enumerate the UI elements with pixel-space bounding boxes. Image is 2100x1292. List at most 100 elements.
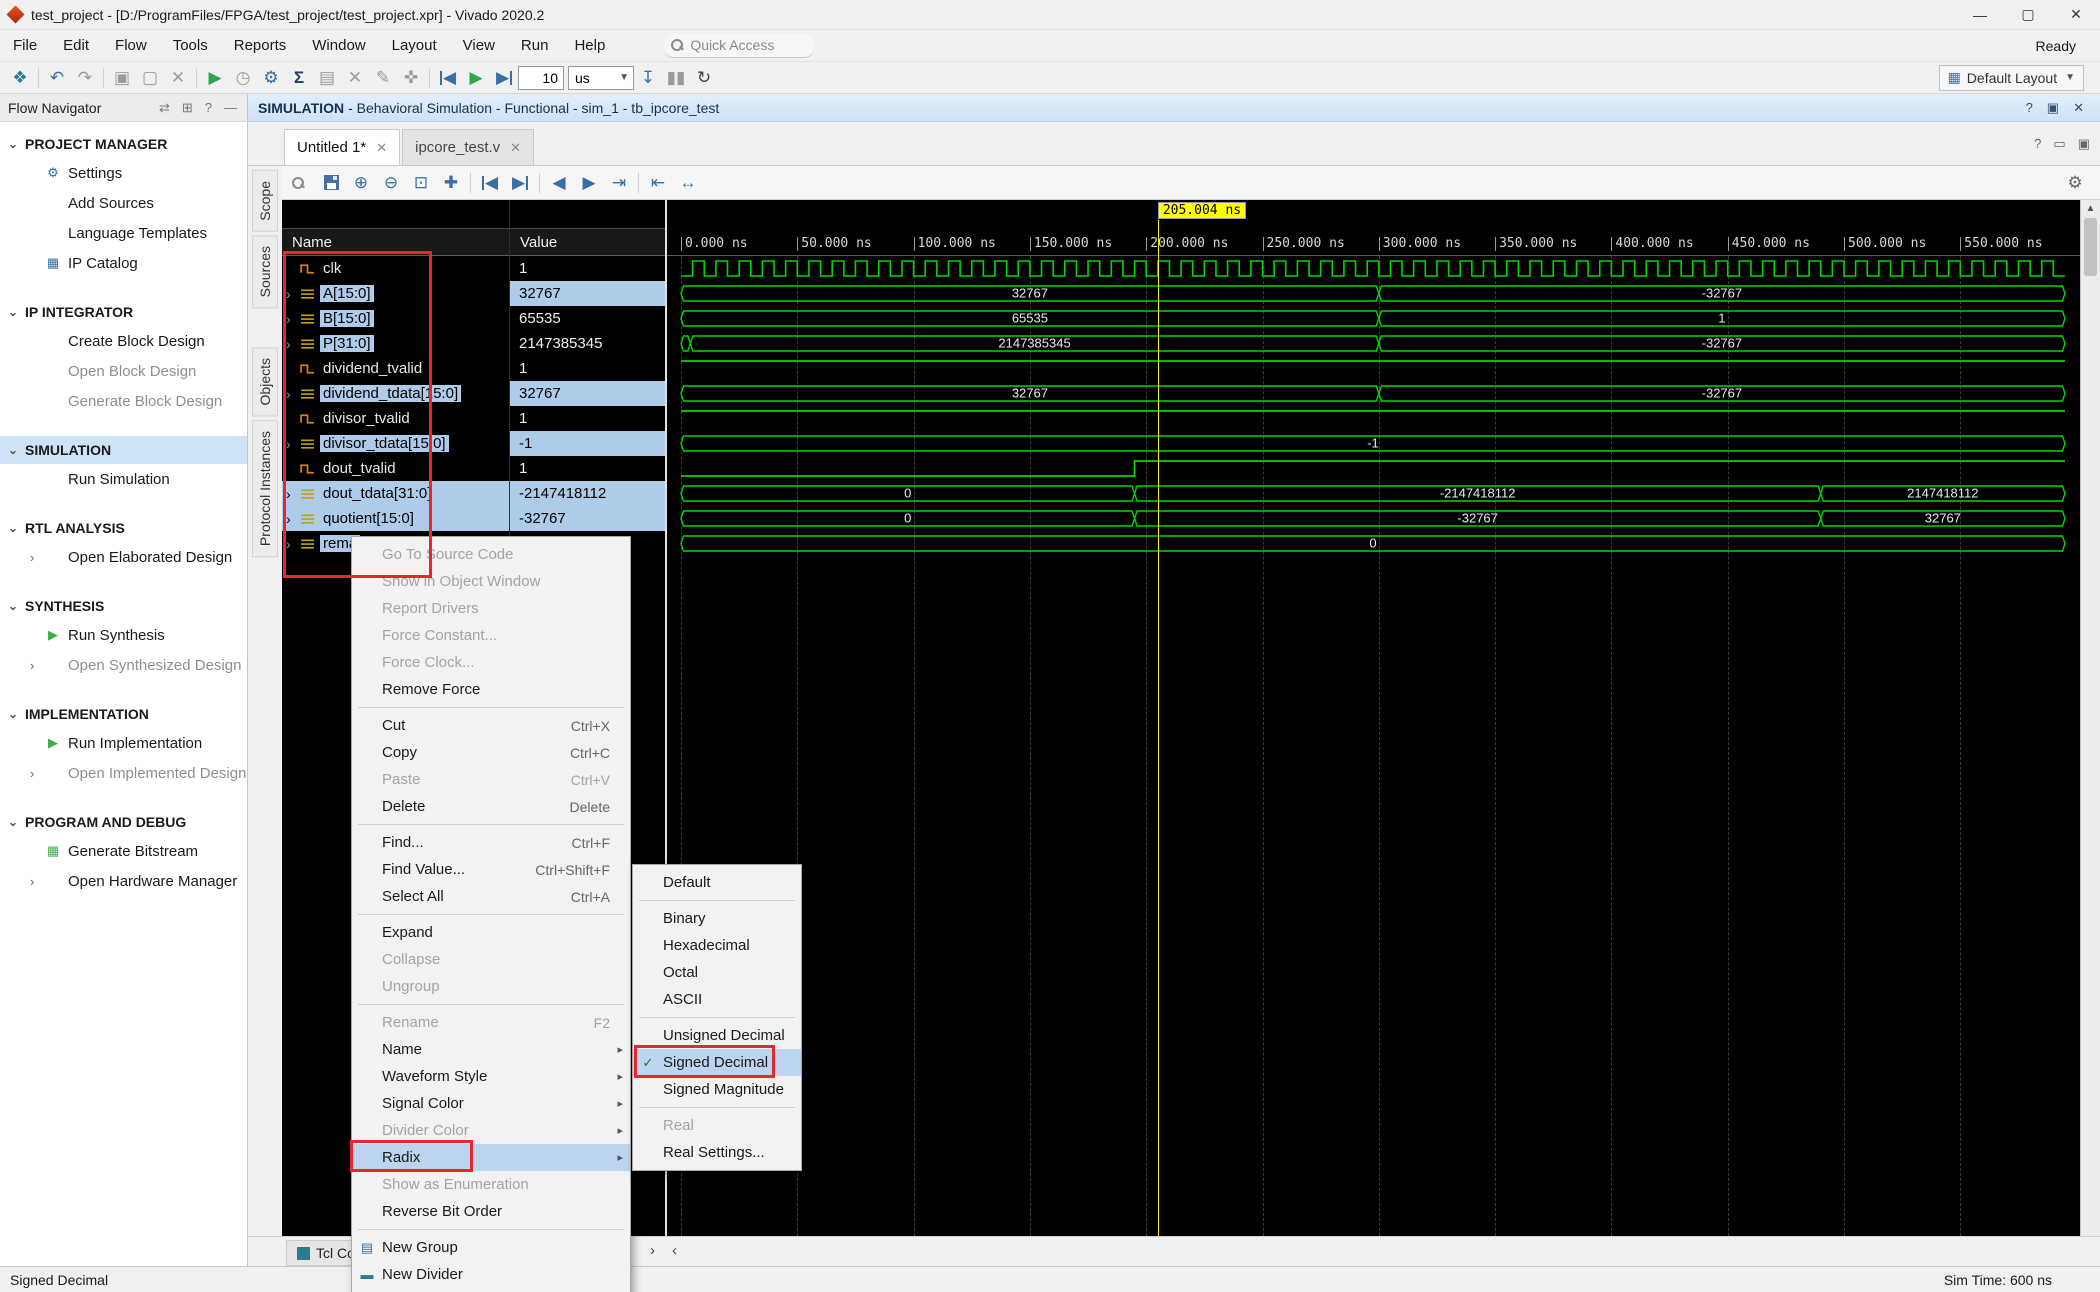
- flownav-section-synthesis[interactable]: ⌄SYNTHESIS: [0, 592, 247, 620]
- menu-layout[interactable]: Layout: [379, 30, 450, 61]
- waveform-canvas[interactable]: 0.000 ns50.000 ns100.000 ns150.000 ns200…: [665, 200, 2080, 1236]
- menu-item-real-settings[interactable]: Real Settings...: [633, 1139, 801, 1166]
- help-icon[interactable]: ?: [205, 100, 212, 115]
- waveform-trace-dout-tvalid[interactable]: [667, 456, 2080, 481]
- flownav-item-open-block-design[interactable]: Open Block Design: [0, 356, 247, 386]
- menu-flow[interactable]: Flow: [102, 30, 160, 61]
- minimize-panel-icon[interactable]: —: [224, 100, 237, 115]
- flownav-item-generate-block-design[interactable]: Generate Block Design: [0, 386, 247, 416]
- search-icon[interactable]: [286, 169, 316, 197]
- quick-access-box[interactable]: Quick Access: [664, 34, 814, 58]
- add-marker-icon[interactable]: ⇥: [604, 169, 634, 197]
- waveform-trace-dividend-tdata-15-0[interactable]: 32767-32767: [667, 381, 2080, 406]
- menu-window[interactable]: Window: [299, 30, 378, 61]
- save-wave-config-icon[interactable]: [316, 169, 346, 197]
- signal-name-clk[interactable]: clk: [282, 256, 509, 281]
- flownav-item-ip-catalog[interactable]: ▦IP Catalog: [0, 248, 247, 278]
- flownav-item-settings[interactable]: ⚙Settings: [0, 158, 247, 188]
- flownav-item-language-templates[interactable]: Language Templates: [0, 218, 247, 248]
- menu-file[interactable]: File: [0, 30, 50, 61]
- previous-transition-icon[interactable]: ◀: [544, 169, 574, 197]
- signal-name-a-15-0[interactable]: ›A[15:0]: [282, 281, 509, 306]
- menu-item-copy[interactable]: CopyCtrl+C: [352, 739, 630, 766]
- probe-icon[interactable]: ✜: [397, 65, 425, 91]
- expand-chevron-icon[interactable]: ›: [286, 386, 300, 402]
- expand-chevron-icon[interactable]: ›: [286, 511, 300, 527]
- flownav-section-program-and-debug[interactable]: ⌄PROGRAM AND DEBUG: [0, 808, 247, 836]
- waveform-trace-dout-tdata-31-0[interactable]: 0-21474181122147418112: [667, 481, 2080, 506]
- expand-chevron-icon[interactable]: ›: [286, 486, 300, 502]
- flownav-item-open-elaborated-design[interactable]: ›Open Elaborated Design: [0, 542, 247, 572]
- signal-name-dout-tvalid[interactable]: dout_tvalid: [282, 456, 509, 481]
- next-transition-icon[interactable]: ▶: [574, 169, 604, 197]
- help-icon[interactable]: ?: [2026, 100, 2033, 116]
- signal-name-b-15-0[interactable]: ›B[15:0]: [282, 306, 509, 331]
- menu-item-binary[interactable]: Binary: [633, 905, 801, 932]
- toggle-icon[interactable]: ⇄: [159, 100, 170, 116]
- run-flow-icon[interactable]: ▶: [201, 65, 229, 91]
- log-icon[interactable]: ↧: [634, 65, 662, 91]
- float-window-icon[interactable]: ▭: [2053, 136, 2065, 152]
- expand-chevron-icon[interactable]: ›: [286, 336, 300, 352]
- menu-item-signed-magnitude[interactable]: Signed Magnitude: [633, 1076, 801, 1103]
- scroll-left-icon[interactable]: ‹: [672, 1242, 677, 1259]
- signal-name-p-31-0[interactable]: ›P[31:0]: [282, 331, 509, 356]
- waveform-trace-p-31-0[interactable]: 2147385345-32767: [667, 331, 2080, 356]
- waveform-trace-divisor-tdata-15-0[interactable]: -1: [667, 431, 2080, 456]
- layout-selector[interactable]: ▦ Default Layout ▼: [1939, 65, 2084, 91]
- flownav-section-ip-integrator[interactable]: ⌄IP INTEGRATOR: [0, 298, 247, 326]
- zoom-fit-icon[interactable]: ⊡: [406, 169, 436, 197]
- menu-item-select-all[interactable]: Select AllCtrl+A: [352, 883, 630, 910]
- flownav-section-simulation[interactable]: ⌄SIMULATION: [0, 436, 247, 464]
- flownav-item-run-implementation[interactable]: ▶Run Implementation: [0, 728, 247, 758]
- menu-item-delete[interactable]: DeleteDelete: [352, 793, 630, 820]
- menu-item-default[interactable]: Default: [633, 869, 801, 896]
- close-design-icon[interactable]: ✕: [341, 65, 369, 91]
- help-icon[interactable]: ?: [2034, 136, 2041, 152]
- scrollbar-thumb[interactable]: [2084, 218, 2097, 276]
- zoom-in-icon[interactable]: ⊕: [346, 169, 376, 197]
- menu-item-new-virtual-bus[interactable]: ▥New Virtual Bus: [352, 1288, 630, 1292]
- flownav-item-create-block-design[interactable]: Create Block Design: [0, 326, 247, 356]
- flownav-item-run-synthesis[interactable]: ▶Run Synthesis: [0, 620, 247, 650]
- menu-item-signal-color[interactable]: Signal Color▸: [352, 1090, 630, 1117]
- menu-help[interactable]: Help: [561, 30, 618, 61]
- vertical-scrollbar[interactable]: ▲: [2080, 200, 2100, 1236]
- waveform-trace-dividend-tvalid[interactable]: [667, 356, 2080, 381]
- menu-item-octal[interactable]: Octal: [633, 959, 801, 986]
- report-icon[interactable]: ▤: [313, 65, 341, 91]
- menu-item-radix[interactable]: Radix▸: [352, 1144, 630, 1171]
- menu-run[interactable]: Run: [508, 30, 562, 61]
- tab-untitled-1[interactable]: Untitled 1*✕: [284, 129, 400, 165]
- edit-icon[interactable]: ✎: [369, 65, 397, 91]
- menu-item-hexadecimal[interactable]: Hexadecimal: [633, 932, 801, 959]
- menu-item-signed-decimal[interactable]: ✓Signed Decimal: [633, 1049, 801, 1076]
- side-tab-protocol-instances[interactable]: Protocol Instances: [252, 420, 278, 557]
- tab-ipcore-test-v[interactable]: ipcore_test.v✕: [402, 129, 534, 165]
- close-tab-icon[interactable]: ✕: [510, 140, 521, 156]
- menu-item-find[interactable]: Find...Ctrl+F: [352, 829, 630, 856]
- relaunch-icon[interactable]: ↻: [690, 65, 718, 91]
- close-panel-icon[interactable]: ✕: [2073, 100, 2084, 116]
- waveform-trace-quotient-15-0[interactable]: 0-3276732767: [667, 506, 2080, 531]
- zoom-to-cursor-icon[interactable]: ✚: [436, 169, 466, 197]
- maximize-button[interactable]: ▢: [2004, 0, 2052, 29]
- menu-item-remove-force[interactable]: Remove Force: [352, 676, 630, 703]
- project-window-icon[interactable]: ❖: [6, 65, 34, 91]
- timeline-ruler[interactable]: 0.000 ns50.000 ns100.000 ns150.000 ns200…: [667, 200, 2080, 256]
- signal-name-divisor-tdata-15-0[interactable]: ›divisor_tdata[15:0]: [282, 431, 509, 456]
- expand-chevron-icon[interactable]: ›: [286, 536, 300, 552]
- float-panel-icon[interactable]: ▣: [2047, 100, 2059, 116]
- menu-item-new-group[interactable]: ▤New Group: [352, 1234, 630, 1261]
- flownav-item-open-implemented-design[interactable]: ›Open Implemented Design: [0, 758, 247, 788]
- scroll-up-icon[interactable]: ▲: [2081, 200, 2100, 214]
- signal-name-divisor-tvalid[interactable]: divisor_tvalid: [282, 406, 509, 431]
- side-tab-objects[interactable]: Objects: [252, 347, 278, 416]
- copy-icon[interactable]: ▣: [108, 65, 136, 91]
- run-all-icon[interactable]: ▶: [462, 65, 490, 91]
- undo-icon[interactable]: ↶: [43, 65, 71, 91]
- menu-reports[interactable]: Reports: [221, 30, 300, 61]
- elapsed-time-icon[interactable]: ◷: [229, 65, 257, 91]
- menu-item-ascii[interactable]: ASCII: [633, 986, 801, 1013]
- flownav-item-open-synthesized-design[interactable]: ›Open Synthesized Design: [0, 650, 247, 680]
